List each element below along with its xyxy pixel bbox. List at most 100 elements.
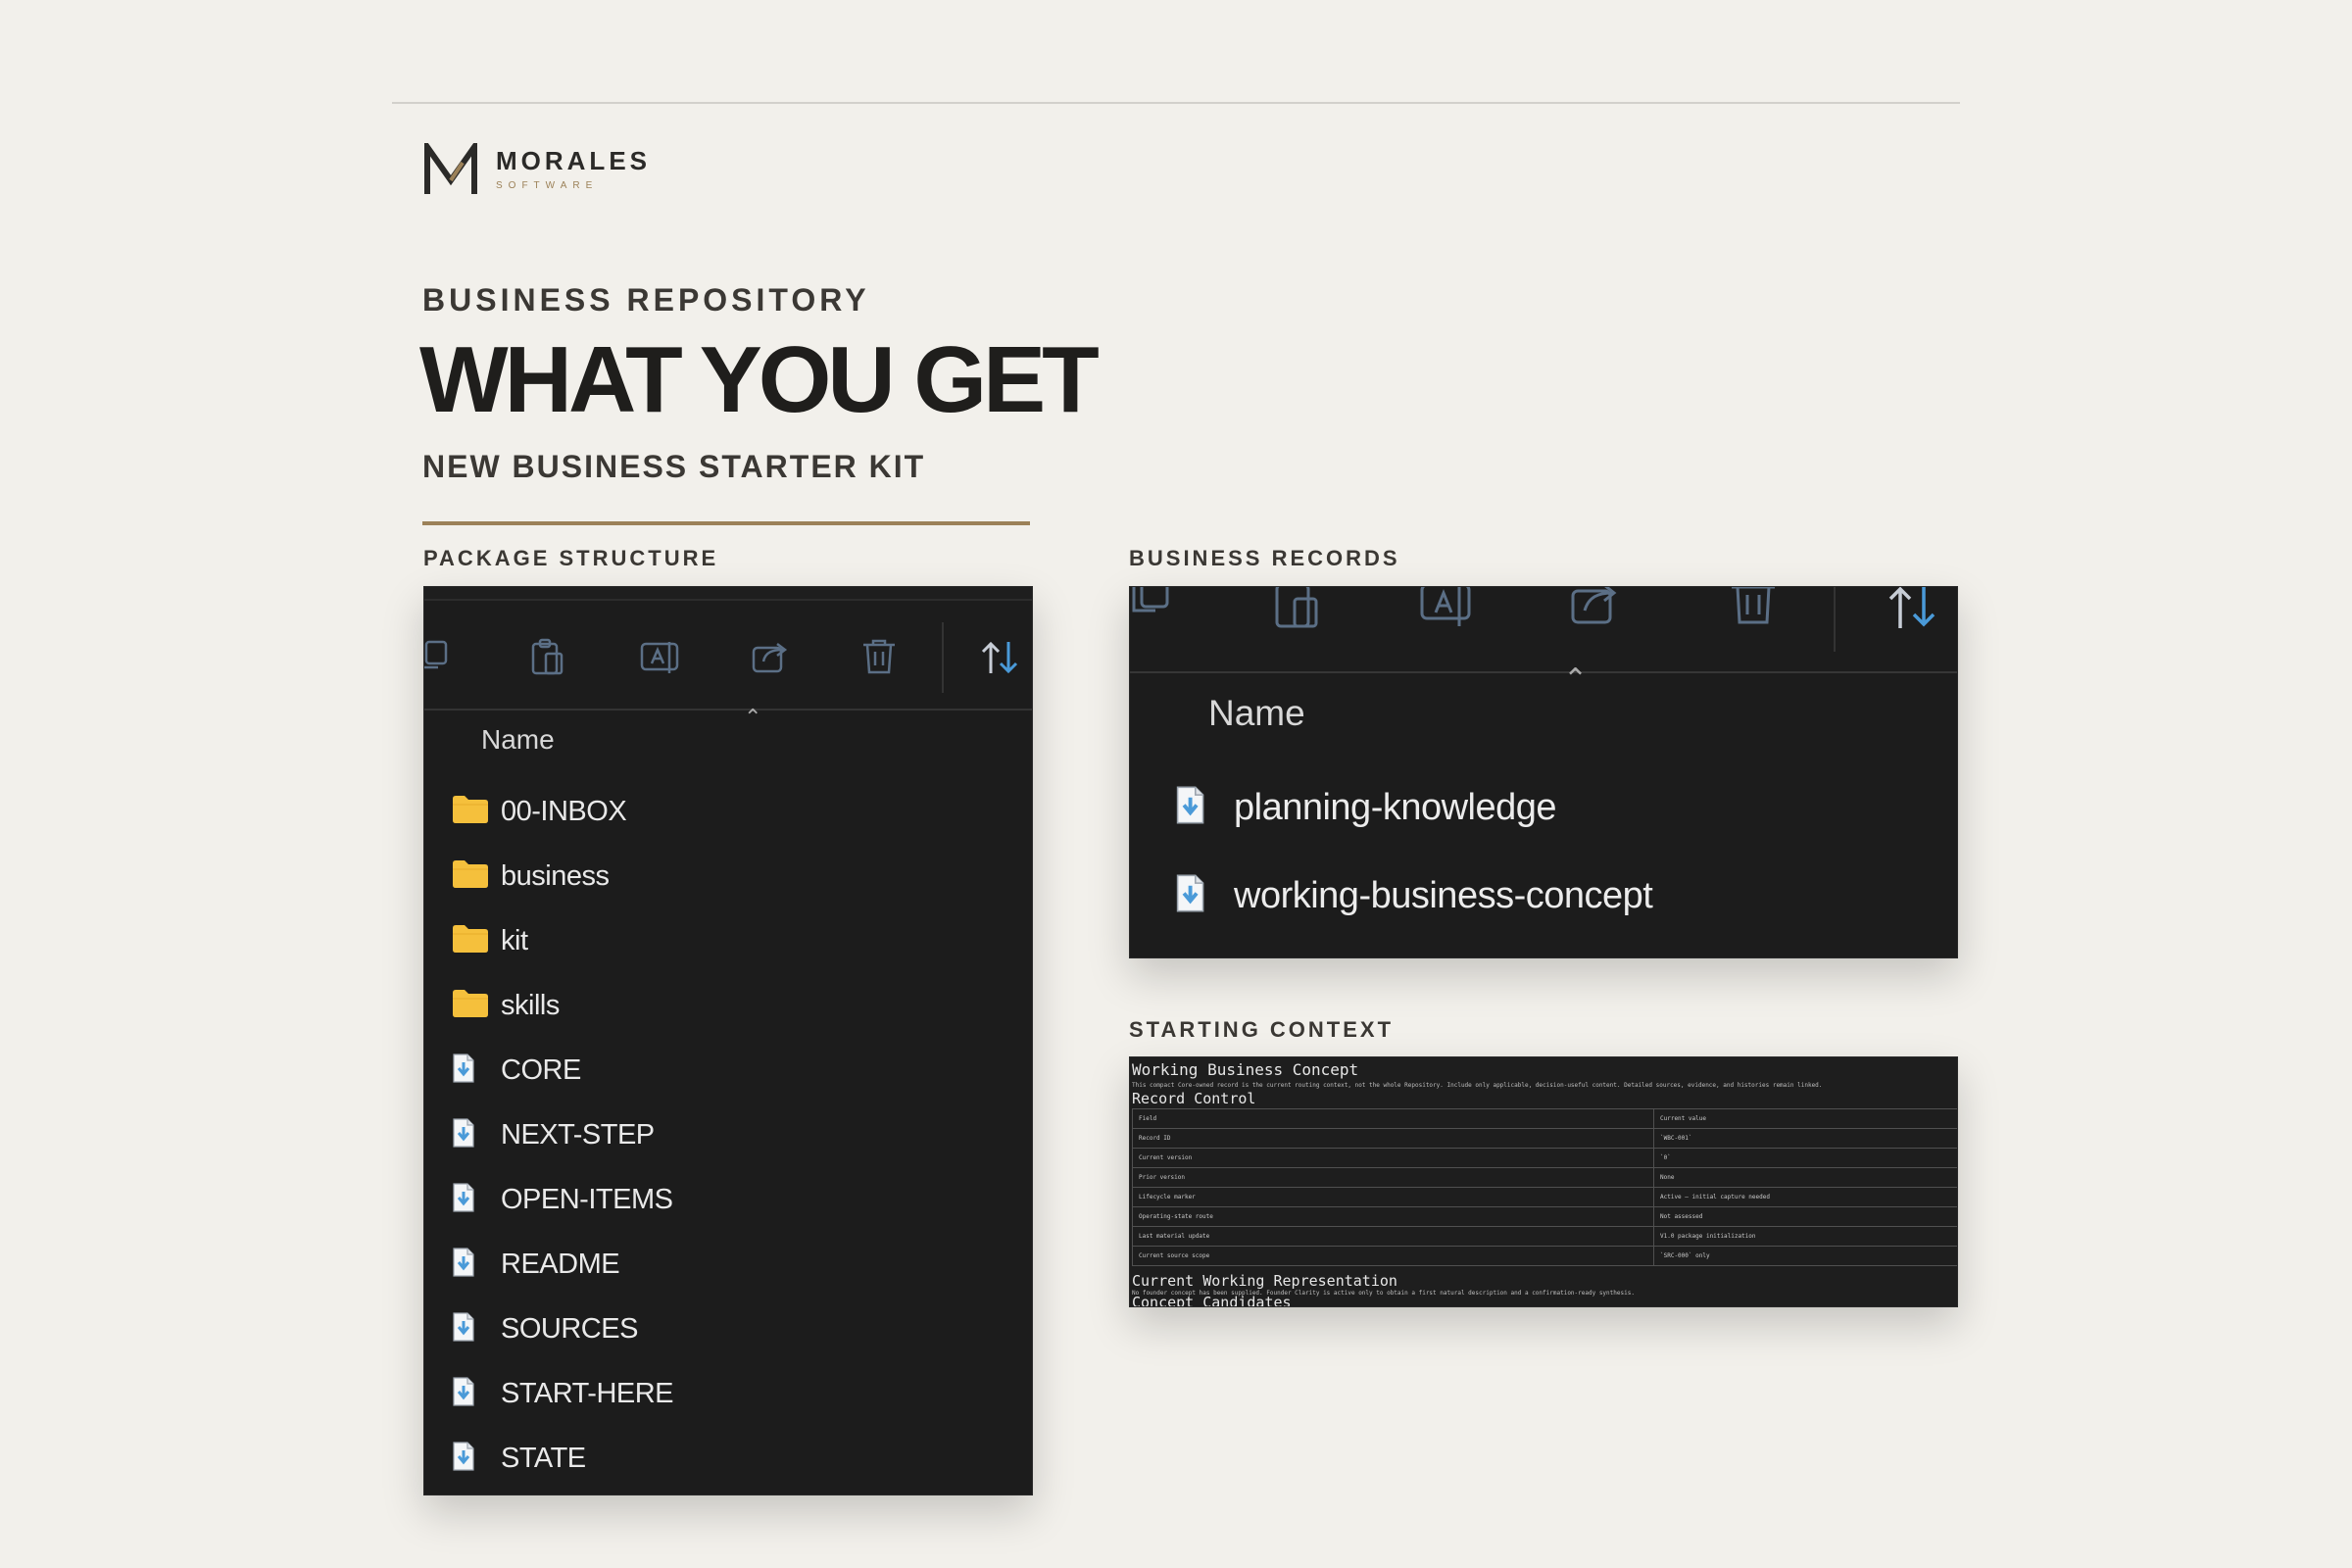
record-control-table: Field Current value Record ID `WBC-001` Curr… xyxy=(1132,1108,1957,1266)
copy-icon[interactable] xyxy=(1130,587,1173,614)
page-subtitle: NEW BUSINESS STARTER KIT xyxy=(422,449,926,484)
item-name: STATE xyxy=(501,1442,586,1474)
section-heading: Current Working Representation xyxy=(1132,1272,1397,1290)
table-cell: Prior version xyxy=(1132,1167,1654,1188)
page-eyebrow: BUSINESS REPOSITORY xyxy=(422,282,870,318)
item-name: NEXT-STEP xyxy=(501,1118,655,1151)
table-cell: Active — initial capture needed xyxy=(1653,1187,1957,1207)
table-cell: Last material update xyxy=(1132,1226,1654,1247)
file-item[interactable]: NEXT-STEP xyxy=(424,1102,1032,1167)
starting-context-document: Working Business Concept This compact Co… xyxy=(1129,1056,1958,1307)
file-item[interactable]: START-HERE xyxy=(424,1361,1032,1426)
table-cell: Current value xyxy=(1653,1108,1957,1129)
table-row: Prior version None xyxy=(1132,1167,1957,1188)
table-row: Record ID `WBC-001` xyxy=(1132,1128,1957,1149)
share-icon[interactable] xyxy=(1571,587,1622,626)
item-name: README xyxy=(501,1248,620,1280)
name-column-header[interactable]: Name xyxy=(1208,695,1305,731)
copy-icon[interactable] xyxy=(424,640,450,671)
sort-icon[interactable] xyxy=(979,640,1020,675)
explorer-title-strip xyxy=(424,587,1032,601)
file-item[interactable]: CORE xyxy=(424,1038,1032,1102)
column-divider xyxy=(424,709,1032,710)
folder-icon xyxy=(452,859,489,894)
table-row: Operating-state route Not assessed xyxy=(1132,1206,1957,1227)
brand-subtitle: SOFTWARE xyxy=(496,180,599,191)
folder-icon xyxy=(452,795,489,829)
brand-logo: MORALES SOFTWARE xyxy=(423,143,651,196)
table-cell: Record ID xyxy=(1132,1128,1654,1149)
business-records-label: BUSINESS RECORDS xyxy=(1129,546,1400,570)
delete-icon[interactable] xyxy=(1730,587,1777,628)
table-cell: `SRC-000` only xyxy=(1653,1246,1957,1266)
chevron-up-icon: ⌃ xyxy=(1563,663,1589,696)
item-name: business xyxy=(501,859,610,892)
folder-item[interactable]: business xyxy=(424,844,1032,908)
section-heading: Concept Candidates xyxy=(1132,1294,1292,1307)
paste-icon[interactable] xyxy=(530,638,565,677)
file-item[interactable]: README xyxy=(424,1232,1032,1297)
file-icon xyxy=(452,1311,475,1347)
toolbar-divider xyxy=(1834,587,1836,652)
file-item[interactable]: working-business-concept xyxy=(1130,852,1957,940)
file-item[interactable]: STATE xyxy=(424,1426,1032,1491)
table-row: Current source scope `SRC-000` only xyxy=(1132,1246,1957,1266)
table-cell: Current version xyxy=(1132,1148,1654,1168)
item-name: CORE xyxy=(501,1054,581,1086)
file-icon xyxy=(452,1376,475,1411)
item-name: skills xyxy=(501,989,560,1021)
sort-icon[interactable] xyxy=(1885,587,1941,630)
brand-name: MORALES xyxy=(496,146,651,175)
file-icon xyxy=(452,1053,475,1088)
chevron-up-icon: ⌃ xyxy=(744,705,762,729)
table-row: Last material update V1.0 package initial… xyxy=(1132,1226,1957,1247)
item-name: kit xyxy=(501,924,528,956)
table-cell: Lifecycle marker xyxy=(1132,1187,1654,1207)
morales-logo-icon xyxy=(424,143,477,194)
table-cell: None xyxy=(1653,1167,1957,1188)
file-list: 00-INBOX business kit skills CORE NEXT-STEP OP… xyxy=(424,779,1032,1491)
file-icon xyxy=(452,1441,475,1476)
item-name: planning-knowledge xyxy=(1234,786,1557,828)
item-name: 00-INBOX xyxy=(501,795,627,827)
section-heading: Record Control xyxy=(1132,1090,1256,1107)
table-cell: Field xyxy=(1132,1108,1654,1129)
document-intro: This compact Core-owned record is the cu… xyxy=(1132,1082,1823,1089)
business-records-explorer: ⌃ Name planning-knowledge working-busines… xyxy=(1129,586,1958,958)
page-title: WHAT YOU GET xyxy=(419,327,1100,432)
package-structure-explorer: ⌃ Name 00-INBOX business kit skills CORE NEXT… xyxy=(423,586,1033,1495)
file-icon xyxy=(452,1117,475,1152)
share-icon[interactable] xyxy=(752,640,789,673)
rename-icon[interactable] xyxy=(640,640,679,675)
column-divider xyxy=(1130,671,1957,673)
folder-item[interactable]: 00-INBOX xyxy=(424,779,1032,844)
paste-icon[interactable] xyxy=(1273,587,1320,628)
table-header-row: Field Current value xyxy=(1132,1108,1957,1129)
file-icon xyxy=(452,1182,475,1217)
file-item[interactable]: planning-knowledge xyxy=(1130,763,1957,852)
table-cell: V1.0 package initialization xyxy=(1653,1226,1957,1247)
table-cell: `0` xyxy=(1653,1148,1957,1168)
package-structure-label: PACKAGE STRUCTURE xyxy=(423,546,719,570)
file-icon xyxy=(1175,786,1205,829)
name-column-header[interactable]: Name xyxy=(481,726,555,754)
folder-icon xyxy=(452,924,489,958)
folder-item[interactable]: kit xyxy=(424,908,1032,973)
item-name: working-business-concept xyxy=(1234,874,1653,916)
rename-icon[interactable] xyxy=(1420,587,1473,626)
folder-item[interactable]: skills xyxy=(424,973,1032,1038)
table-row: Lifecycle marker Active — initial capture… xyxy=(1132,1187,1957,1207)
file-list: planning-knowledge working-business-conce… xyxy=(1130,763,1957,940)
page: MORALES SOFTWARE BUSINESS REPOSITORY WHA… xyxy=(0,0,2352,1568)
item-name: OPEN-ITEMS xyxy=(501,1183,673,1215)
table-row: Current version `0` xyxy=(1132,1148,1957,1168)
document-title: Working Business Concept xyxy=(1132,1060,1359,1079)
delete-icon[interactable] xyxy=(861,638,897,675)
folder-icon xyxy=(452,989,489,1023)
file-item[interactable]: OPEN-ITEMS xyxy=(424,1167,1032,1232)
item-name: START-HERE xyxy=(501,1377,674,1409)
starting-context-label: STARTING CONTEXT xyxy=(1129,1017,1395,1042)
file-item[interactable]: SOURCES xyxy=(424,1297,1032,1361)
toolbar-divider xyxy=(942,622,944,693)
file-icon xyxy=(452,1247,475,1282)
